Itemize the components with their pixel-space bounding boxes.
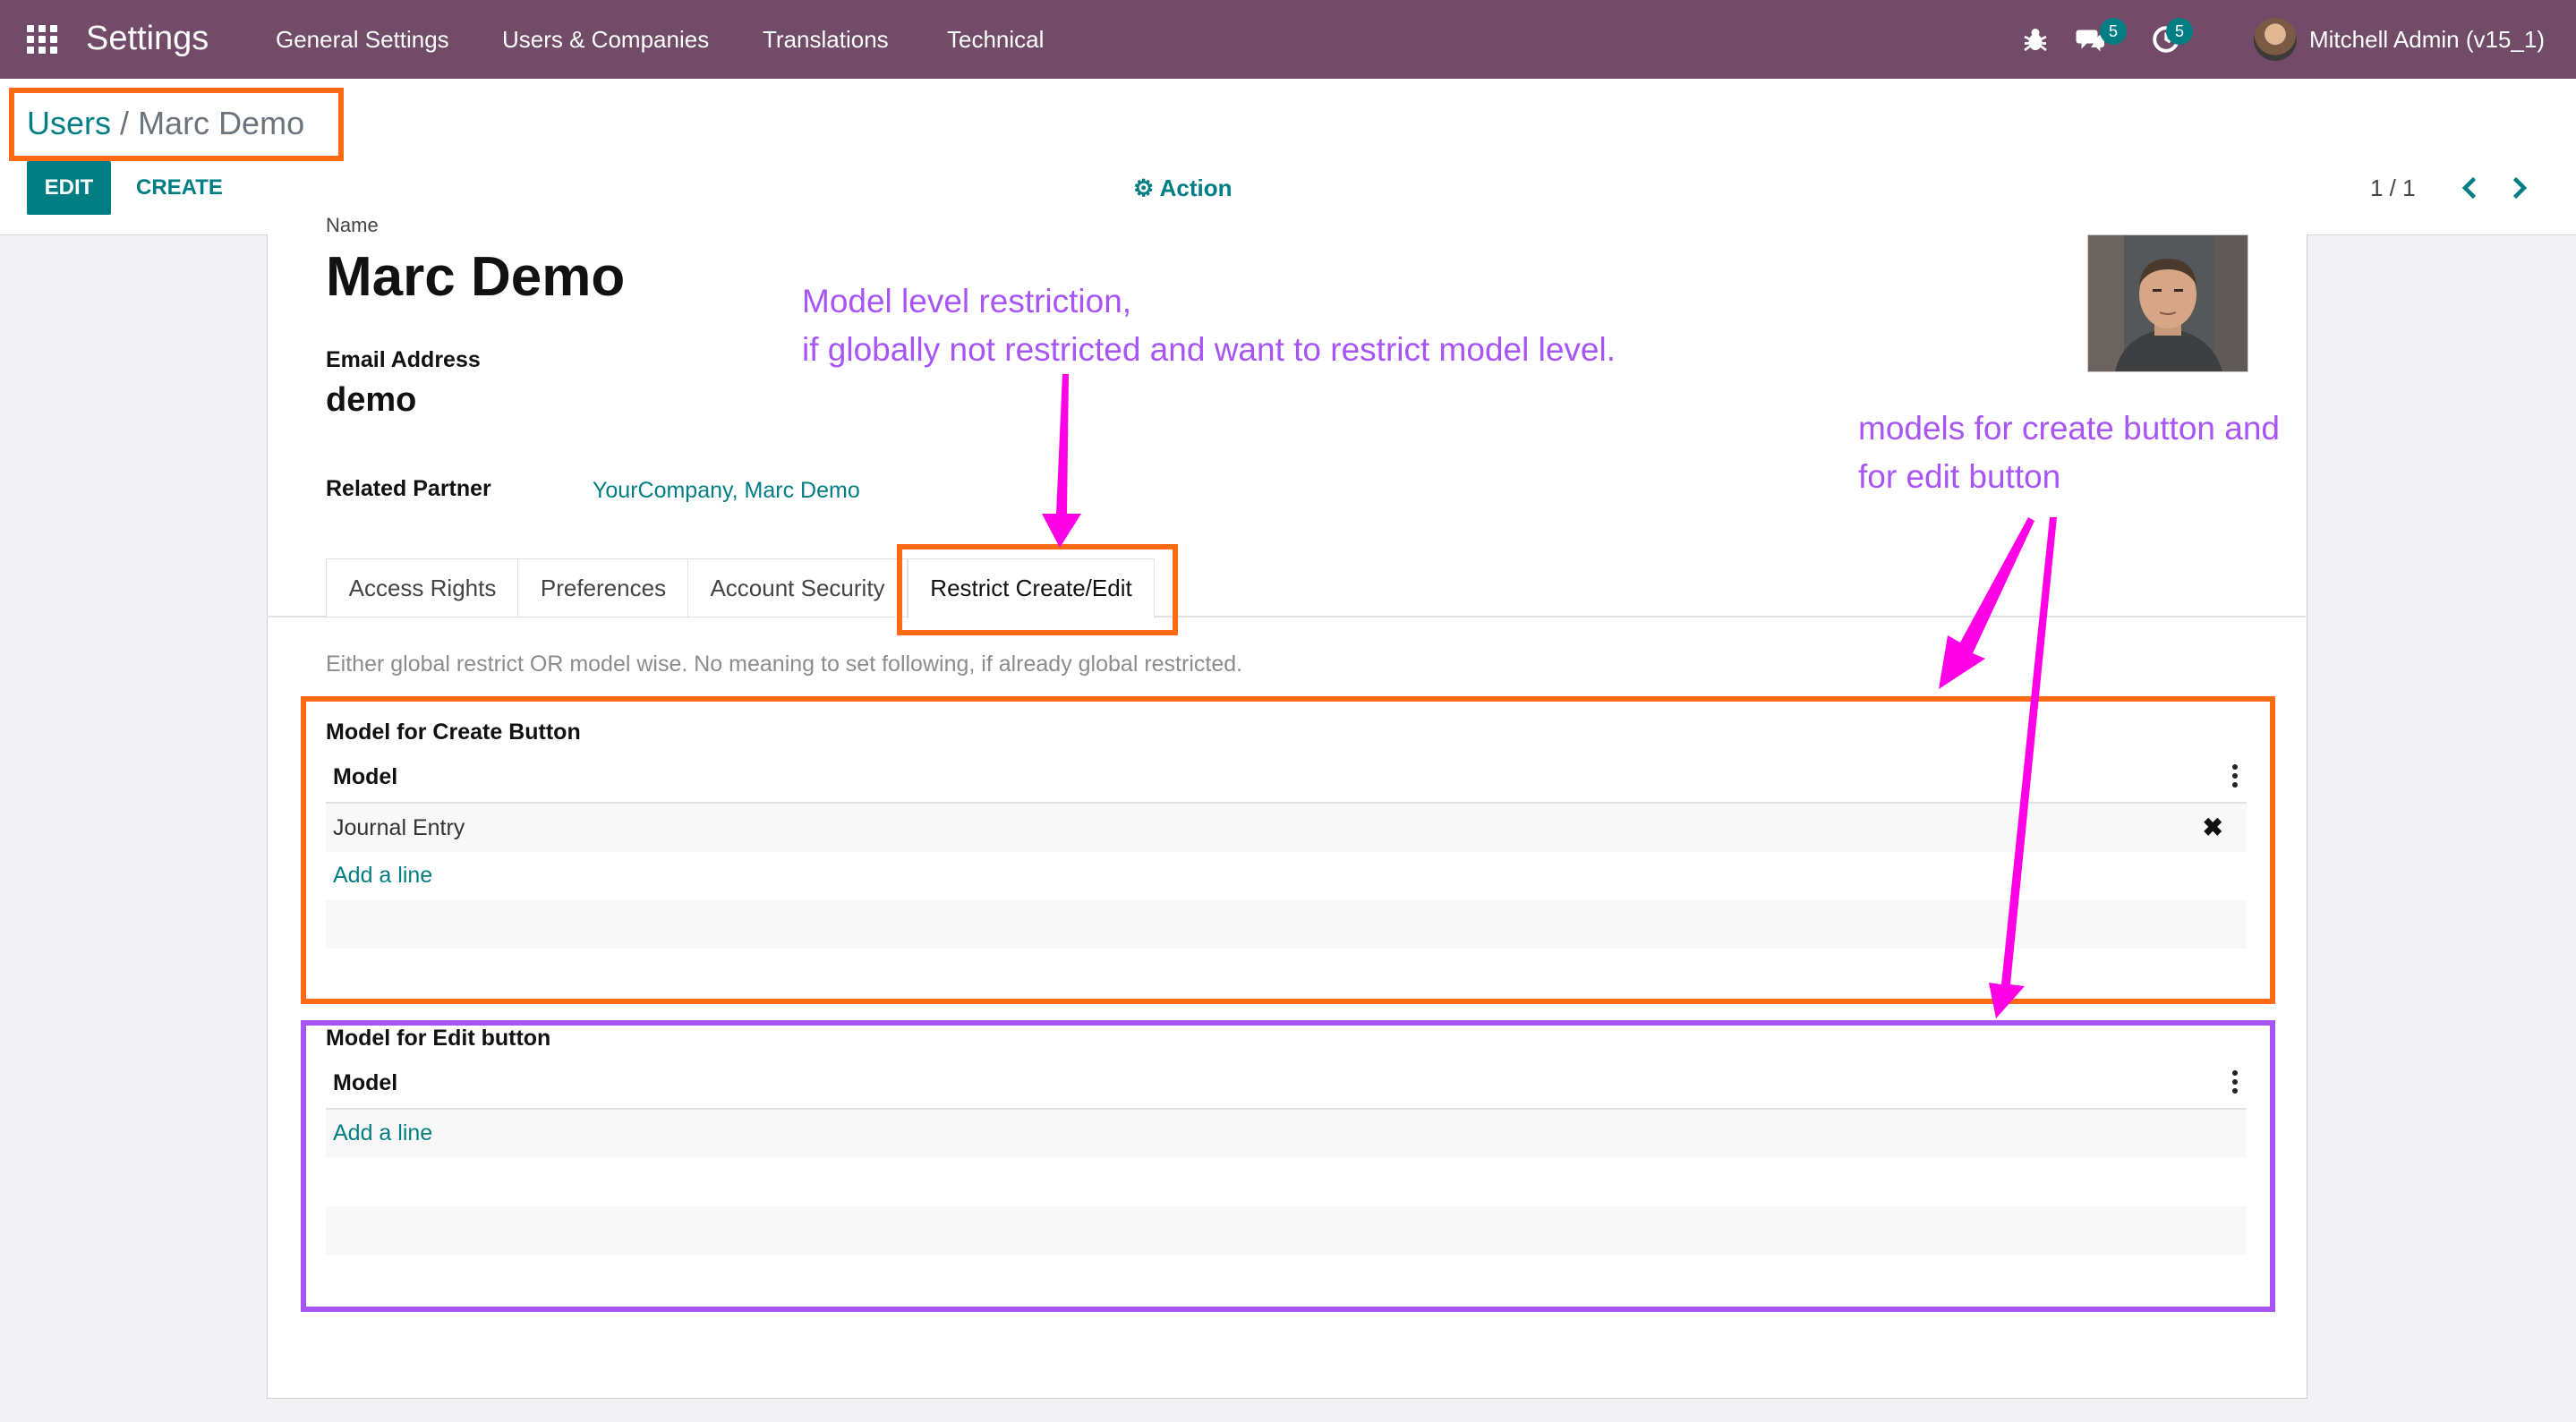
user-menu[interactable]: Mitchell Admin (v15_1) [2309,25,2545,54]
annotation-models-line2: for edit button [1858,458,2061,495]
user-photo[interactable] [2087,234,2248,372]
create-section-highlight-box [301,696,2275,1004]
user-avatar[interactable] [2254,18,2297,61]
pager-previous-icon[interactable] [2454,170,2486,206]
restriction-note: Either global restrict OR model wise. No… [326,651,1243,677]
related-partner-label: Related Partner [326,476,491,501]
annotation-models-line1: models for create button and [1858,410,2281,447]
tab-account-security[interactable]: Account Security [687,558,908,617]
email-field-label: Email Address [326,347,481,372]
debug-bug-icon[interactable] [2019,23,2051,55]
edit-section-highlight-box [301,1020,2275,1312]
user-photo-image [2088,235,2248,371]
menu-translations[interactable]: Translations [763,25,889,54]
tab-preferences[interactable]: Preferences [517,558,689,617]
menu-users-companies[interactable]: Users & Companies [502,25,709,54]
annotation-model-level-line2: if globally not restricted and want to r… [802,331,1616,368]
email-value: demo [326,381,417,419]
tab-highlight-box [897,544,1178,635]
related-partner-link[interactable]: YourCompany, Marc Demo [593,476,860,505]
pager-value[interactable]: 1 / 1 [2370,172,2416,204]
pager-next-icon[interactable] [2503,170,2535,206]
user-name-value: Marc Demo [326,246,626,308]
tab-access-rights[interactable]: Access Rights [326,558,519,617]
create-button[interactable]: CREATE [124,161,235,215]
annotation-model-level-line1: Model level restriction, [802,283,1132,319]
messages-count-badge: 5 [2100,18,2127,45]
breadcrumb-highlight-box [9,88,344,161]
top-navbar: Settings General Settings Users & Compan… [0,0,2576,79]
app-title[interactable]: Settings [86,16,209,61]
gear-icon: ⚙ [1133,175,1155,201]
action-label: Action [1159,175,1233,201]
activities-count-badge: 5 [2166,18,2193,45]
edit-button[interactable]: EDIT [27,161,111,215]
apps-grid-icon[interactable] [27,25,57,54]
name-field-label: Name [326,217,379,236]
menu-technical[interactable]: Technical [947,25,1044,54]
action-menu-button[interactable]: ⚙ Action [1133,172,1232,204]
menu-general-settings[interactable]: General Settings [276,25,449,54]
